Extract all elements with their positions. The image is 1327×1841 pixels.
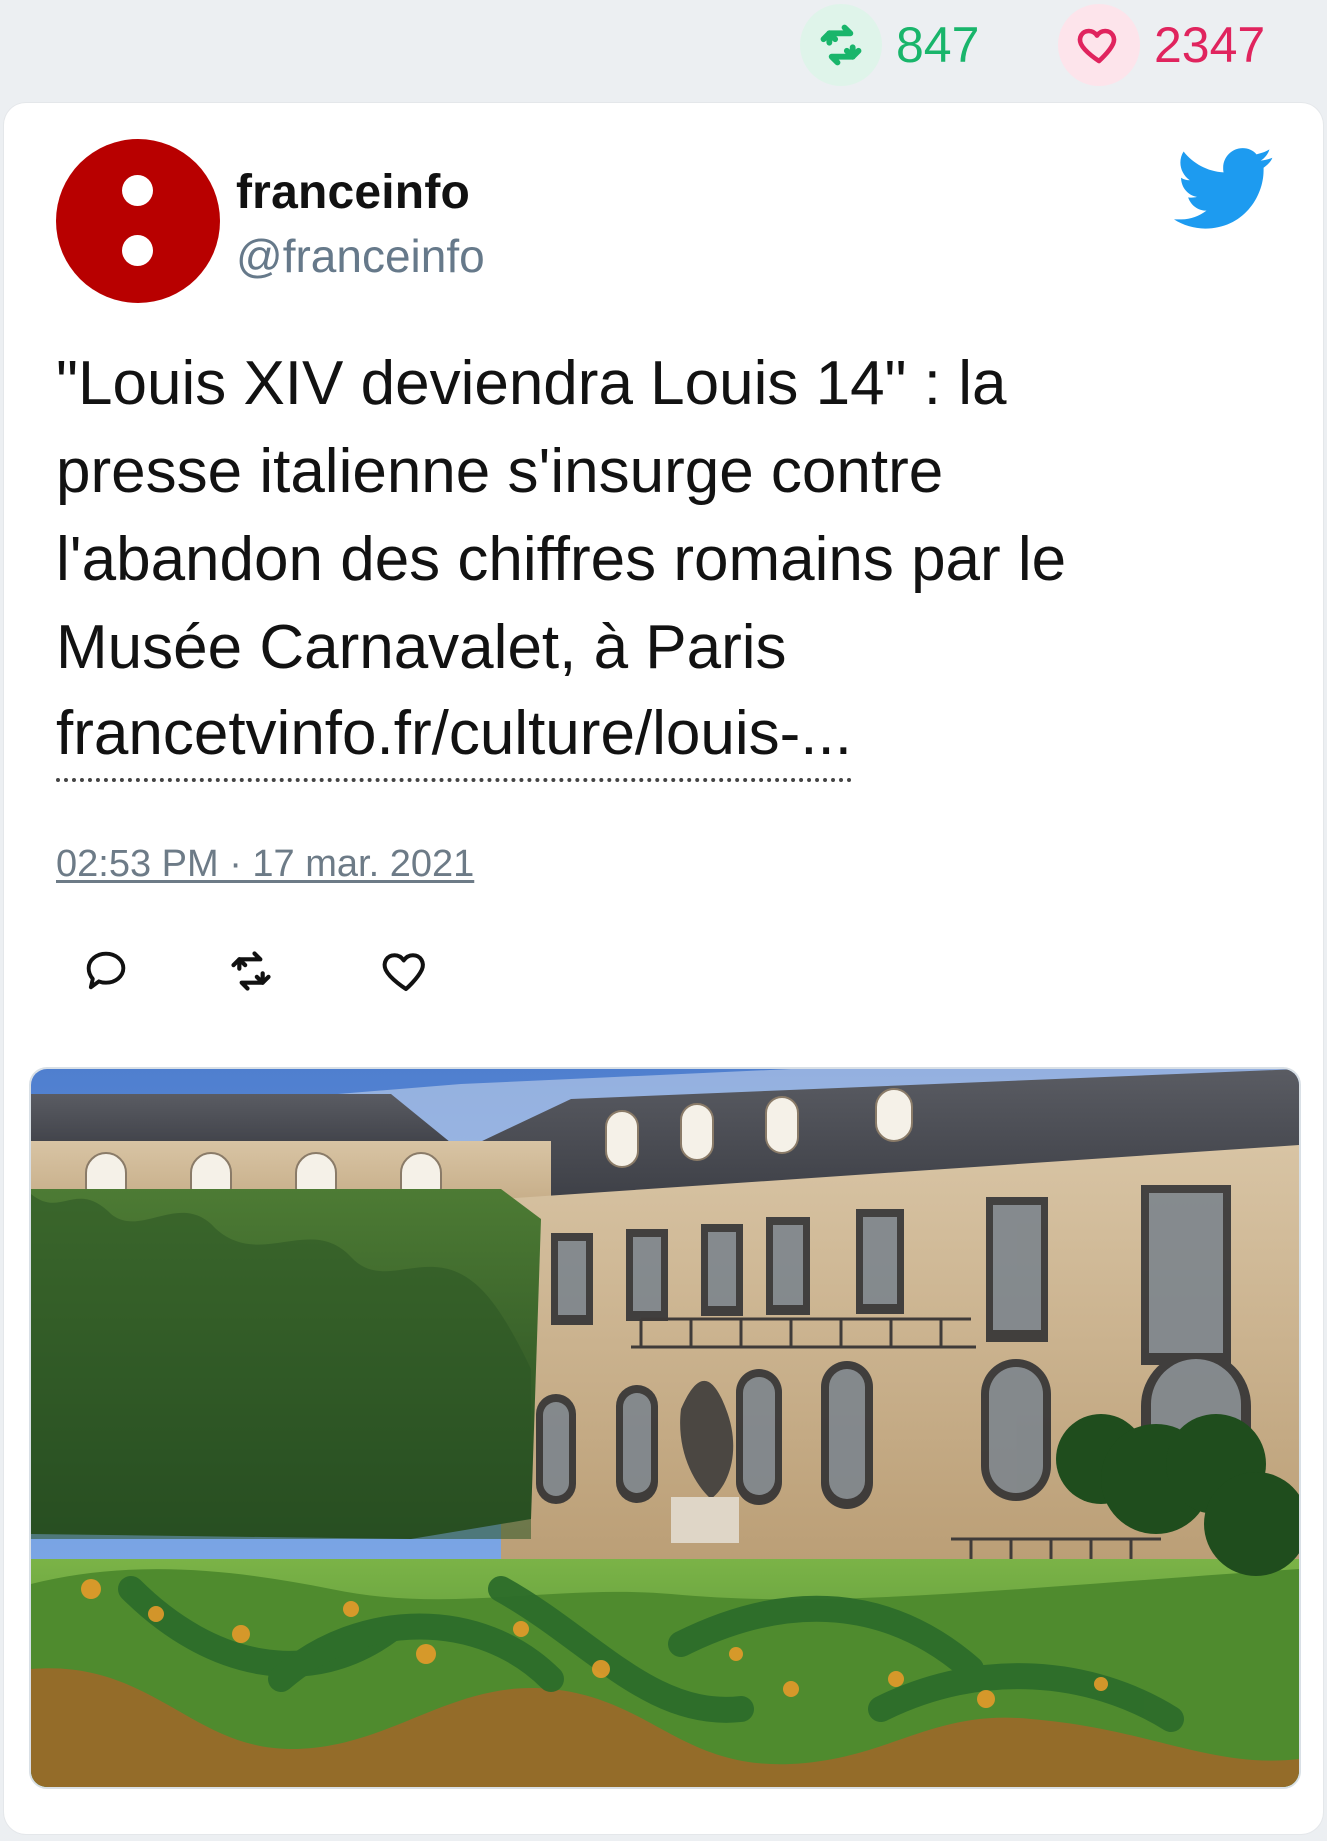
like-count: 2347: [1154, 17, 1266, 73]
twitter-bird-icon: [1174, 147, 1274, 231]
retweet-icon: [231, 951, 271, 991]
avatar[interactable]: [56, 139, 220, 303]
like-count-group[interactable]: 2347: [1058, 4, 1266, 86]
tweet-actions: [78, 943, 478, 1003]
like-button[interactable]: [378, 943, 434, 999]
retweet-button[interactable]: [223, 943, 279, 999]
retweet-count: 847: [896, 17, 980, 73]
heart-icon: [382, 953, 425, 992]
account-name[interactable]: franceinfo: [236, 165, 470, 220]
avatar-dot-top: [122, 175, 153, 206]
tweet-card: franceinfo @franceinfo "Louis XIV devien…: [4, 103, 1323, 1834]
tweet-text: "Louis XIV deviendra Louis 14" : la pres…: [56, 349, 1067, 682]
retweet-icon: [800, 4, 882, 86]
reply-button[interactable]: [78, 943, 134, 999]
retweet-count-group[interactable]: 847: [800, 4, 980, 86]
account-handle[interactable]: @franceinfo: [236, 229, 485, 283]
tweet-image[interactable]: [29, 1067, 1301, 1789]
heart-icon: [1058, 4, 1140, 86]
tweet-stats-bar: 847 2347: [0, 0, 1327, 95]
reply-icon: [86, 951, 126, 990]
avatar-dot-bottom: [122, 235, 153, 266]
tweet-link[interactable]: francetvinfo.fr/culture/louis-...: [56, 690, 852, 782]
tweet-timestamp[interactable]: 02:53 PM · 17 mar. 2021: [56, 843, 474, 886]
